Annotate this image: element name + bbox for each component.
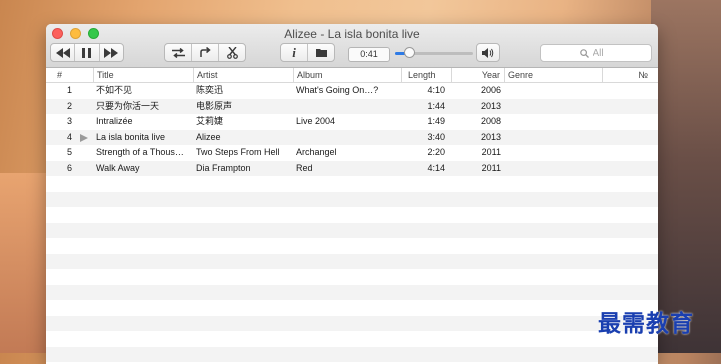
info-icon: i xyxy=(292,44,296,60)
track-artist: Dia Frampton xyxy=(196,162,251,173)
volume-icon xyxy=(482,47,494,58)
titlebar: Alizee - La isla bonita live i 0:41 All xyxy=(46,24,658,68)
table-row[interactable]: 4 La isla bonita live Alizee 3:40 2013 xyxy=(46,129,658,145)
column-header-genre[interactable]: Genre xyxy=(504,68,602,82)
empty-row xyxy=(46,315,658,331)
empty-row xyxy=(46,222,658,238)
column-header-album[interactable]: Album xyxy=(293,68,401,82)
track-artist: Two Steps From Hell xyxy=(196,147,280,157)
progress-knob[interactable] xyxy=(404,47,416,58)
empty-row xyxy=(46,284,658,300)
info-button[interactable]: i xyxy=(281,44,307,61)
column-header-number[interactable]: # xyxy=(46,68,93,82)
track-number: 4 xyxy=(66,131,72,142)
track-artist: 艾莉婕 xyxy=(196,116,224,126)
track-title: Walk Away xyxy=(96,162,140,173)
track-length: 4:10 xyxy=(427,85,445,95)
track-title: Intralizée xyxy=(96,116,133,126)
now-playing-icon xyxy=(80,133,88,142)
empty-row xyxy=(46,207,658,223)
track-year: 2011 xyxy=(481,162,501,173)
empty-row xyxy=(46,269,658,285)
empty-row xyxy=(46,176,658,192)
track-year: 2006 xyxy=(480,85,501,95)
track-artist: 电影原声 xyxy=(196,100,233,111)
empty-row xyxy=(46,191,658,207)
empty-row xyxy=(46,346,658,362)
track-number: 3 xyxy=(66,116,72,126)
column-header-year[interactable]: Year xyxy=(451,68,504,82)
folder-icon xyxy=(315,49,327,57)
empty-row xyxy=(46,253,658,269)
watermark: 最需教育 xyxy=(598,310,694,337)
search-icon xyxy=(579,48,589,58)
track-list: 1 不如不见 陈奕迅 What's Going On…? 4:10 2006 2 只要为你活一… xyxy=(46,83,658,362)
track-title: 只要为你活一天 xyxy=(96,100,160,111)
pause-button[interactable] xyxy=(74,44,98,61)
track-year: 2013 xyxy=(480,131,501,142)
track-length: 4:14 xyxy=(427,162,445,173)
track-length: 1:44 xyxy=(427,100,445,111)
track-year: 2011 xyxy=(481,147,501,157)
table-header: # Title Artist Album Length Year Genre № xyxy=(46,68,658,83)
column-header-title[interactable]: Title xyxy=(93,68,193,82)
track-number: 2 xyxy=(66,100,72,111)
track-number: 1 xyxy=(66,85,72,95)
table-row[interactable]: 3 Intralizée 艾莉婕 Live 2004 1:49 2008 xyxy=(46,114,658,130)
previous-button[interactable] xyxy=(51,44,74,61)
column-header-length[interactable]: Length xyxy=(401,68,451,82)
shuffle-button[interactable] xyxy=(165,44,191,61)
rewind-icon xyxy=(55,47,70,58)
player-window: Alizee - La isla bonita live i 0:41 All … xyxy=(46,24,658,364)
track-title: La isla bonita live xyxy=(96,131,166,142)
column-header-artist[interactable]: Artist xyxy=(193,68,293,82)
playback-mode-controls xyxy=(164,43,246,62)
column-header-track-no[interactable]: № xyxy=(602,68,658,82)
scissors-button[interactable] xyxy=(218,44,245,61)
pause-icon xyxy=(82,47,92,58)
track-album: What's Going On…? xyxy=(296,85,379,95)
track-album: Archangel xyxy=(296,147,337,157)
search-field[interactable] xyxy=(540,44,652,62)
track-number: 5 xyxy=(66,147,72,157)
track-artist: Alizee xyxy=(196,131,221,142)
shuffle-icon xyxy=(171,47,185,58)
folder-button[interactable] xyxy=(307,44,334,61)
table-row[interactable]: 5 Strength of a Thous… Two Steps From Hell… xyxy=(46,145,658,161)
next-button[interactable] xyxy=(98,44,123,61)
track-artist: 陈奕迅 xyxy=(196,85,224,95)
desktop-background-mountain xyxy=(651,0,721,353)
table-row[interactable]: 2 只要为你活一天 电影原声 1:44 2013 xyxy=(46,98,658,114)
fast-forward-icon xyxy=(104,47,119,58)
track-length: 1:49 xyxy=(427,116,445,126)
track-year: 2008 xyxy=(480,116,501,126)
window-title: Alizee - La isla bonita live xyxy=(284,27,420,41)
scissors-icon xyxy=(226,46,238,59)
search-input[interactable] xyxy=(592,47,613,59)
table-row[interactable]: 1 不如不见 陈奕迅 What's Going On…? 4:10 2006 xyxy=(46,83,658,99)
desktop-background-left xyxy=(0,173,46,353)
elapsed-time: 0:41 xyxy=(348,47,390,62)
empty-row xyxy=(46,331,658,347)
repeat-button[interactable] xyxy=(191,44,218,61)
track-album: Live 2004 xyxy=(296,116,336,126)
transport-controls xyxy=(50,43,124,62)
progress-slider[interactable] xyxy=(395,47,473,58)
empty-row xyxy=(46,238,658,254)
track-title: 不如不见 xyxy=(96,85,133,95)
info-controls: i xyxy=(280,43,335,62)
repeat-icon xyxy=(200,47,211,57)
track-year: 2013 xyxy=(480,100,501,111)
table-row[interactable]: 6 Walk Away Dia Frampton Red 4:14 2011 xyxy=(46,160,658,176)
track-number: 6 xyxy=(66,162,72,173)
track-length: 2:20 xyxy=(427,147,445,157)
track-title: Strength of a Thous… xyxy=(96,147,184,157)
track-album: Red xyxy=(296,162,313,173)
volume-button[interactable] xyxy=(476,43,500,62)
track-length: 3:40 xyxy=(427,131,445,142)
empty-row xyxy=(46,300,658,316)
